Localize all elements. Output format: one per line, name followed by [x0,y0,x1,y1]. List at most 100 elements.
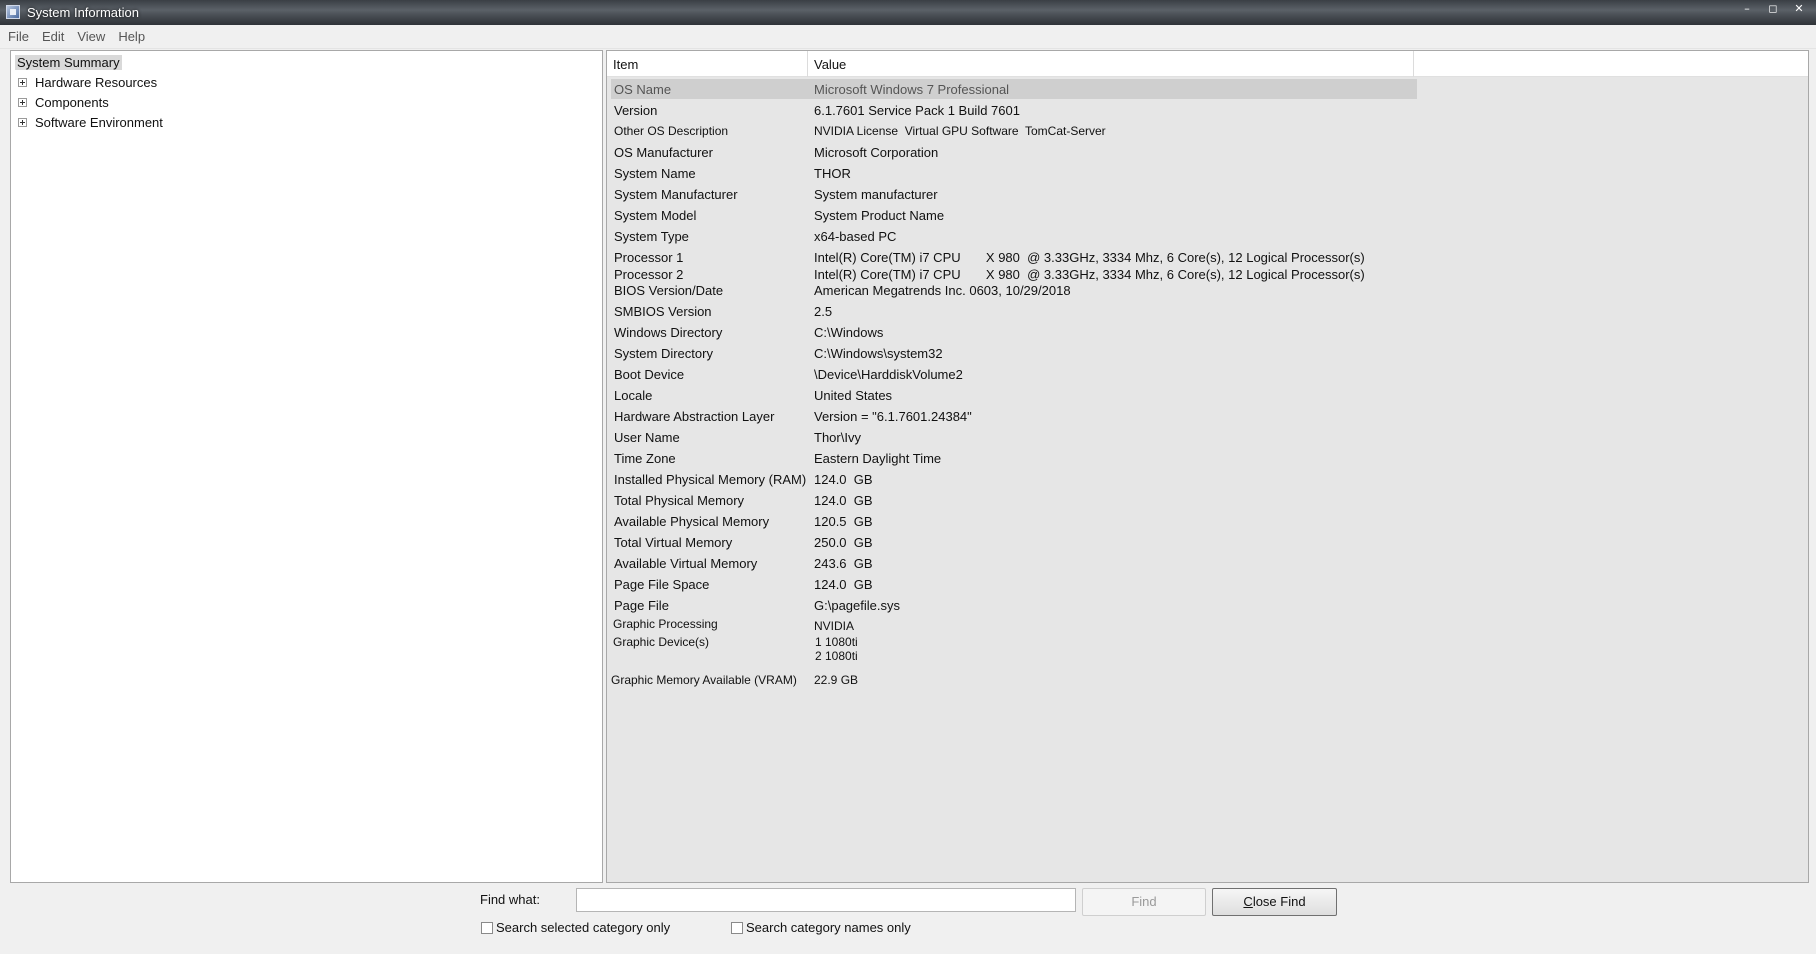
row-item: Locale [614,388,653,403]
table-row[interactable]: Total Physical Memory 124.0 GB [607,490,1808,510]
table-row[interactable]: Hardware Abstraction Layer Version = "6.… [607,406,1808,426]
find-what-label: Find what: [480,892,540,907]
row-value: Microsoft Windows 7 Professional [814,82,1010,97]
table-row[interactable]: System Manufacturer System manufacturer [607,184,1808,204]
row-item: Time Zone [614,451,676,466]
tree-item-system-summary[interactable]: System Summary [15,53,122,71]
table-row[interactable]: BIOS Version/Date American Megatrends In… [607,280,1808,300]
title-bar: System Information – ◻ ✕ [0,0,1816,25]
table-row[interactable]: System Name THOR [607,163,1808,183]
row-value: 22.9 GB [814,673,859,687]
maximize-button[interactable]: ◻ [1762,2,1784,16]
row-item: Windows Directory [614,325,723,340]
table-row[interactable]: OS Manufacturer Microsoft Corporation [607,142,1808,162]
row-value: 2.5 [814,304,833,319]
row-value: THOR [814,166,851,181]
table-row[interactable]: Total Virtual Memory 250.0 GB [607,532,1808,552]
column-header: Item Value [607,51,1808,77]
tree-item-label: System Summary [15,54,122,70]
row-item: Installed Physical Memory (RAM) [614,472,807,487]
tree-item-components[interactable]: Components [18,93,109,111]
row-value: 6.1.7601 Service Pack 1 Build 7601 [814,103,1020,118]
table-row[interactable]: System Directory C:\Windows\system32 [607,343,1808,363]
table-row[interactable]: Graphic Device(s) 1 1080ti 2 1080ti [607,632,1808,668]
column-header-item[interactable]: Item [613,57,638,72]
row-item: OS Name [614,82,672,97]
table-row[interactable]: System Model System Product Name [607,205,1808,225]
row-item: Boot Device [614,367,685,382]
close-find-button[interactable]: Close Find [1212,888,1337,916]
table-row[interactable]: SMBIOS Version 2.5 [607,301,1808,321]
table-row[interactable]: User Name Thor\Ivy [607,427,1808,447]
category-tree[interactable]: System Summary Hardware Resources Compon… [10,50,603,883]
row-value: Version = "6.1.7601.24384" [814,409,972,424]
column-header-value[interactable]: Value [814,57,846,72]
column-divider[interactable] [1413,51,1414,77]
find-button[interactable]: Find [1082,888,1206,916]
row-value: System Product Name [814,208,945,223]
expand-icon[interactable] [18,117,27,127]
row-item: Graphic Memory Available (VRAM) [611,673,797,687]
table-row[interactable]: Windows Directory C:\Windows [607,322,1808,342]
table-row[interactable]: Time Zone Eastern Daylight Time [607,448,1808,468]
close-window-button[interactable]: ✕ [1788,2,1810,16]
tree-item-hardware-resources[interactable]: Hardware Resources [18,73,157,91]
table-row[interactable]: Available Virtual Memory 243.6 GB [607,553,1808,573]
row-item: Page File [614,598,669,613]
row-value: Thor\Ivy [814,430,861,445]
row-item: System Model [614,208,697,223]
table-row[interactable]: Graphic Processing NVIDIA [607,614,1808,634]
expand-icon[interactable] [18,97,27,107]
row-item: System Name [614,166,696,181]
row-value: 124.0 GB [814,472,873,487]
row-value: 124.0 GB [814,577,873,592]
table-row[interactable]: Locale United States [607,385,1808,405]
row-item: Available Physical Memory [614,514,770,529]
row-item: Total Physical Memory [614,493,745,508]
row-value: 120.5 GB [814,514,873,529]
table-row[interactable]: Version 6.1.7601 Service Pack 1 Build 76… [607,100,1808,120]
table-row[interactable]: Available Physical Memory 120.5 GB [607,511,1808,531]
row-item: Available Virtual Memory [614,556,758,571]
row-value: \Device\HarddiskVolume2 [814,367,963,382]
search-selected-category-checkbox[interactable]: Search selected category only [481,920,670,935]
detail-list[interactable]: Item Value OS Name Microsoft Windows 7 P… [606,50,1809,883]
row-item: Hardware Abstraction Layer [614,409,775,424]
menu-file[interactable]: File [8,29,29,44]
menu-view[interactable]: View [77,29,105,44]
row-item: Processor 1 [614,250,684,265]
tree-item-label: Components [35,94,109,110]
row-item: Page File Space [614,577,710,592]
search-category-names-checkbox[interactable]: Search category names only [731,920,911,935]
tree-item-software-environment[interactable]: Software Environment [18,113,163,131]
find-what-input[interactable] [576,888,1076,912]
menu-edit[interactable]: Edit [42,29,64,44]
row-value: 250.0 GB [814,535,873,550]
table-row[interactable]: System Type x64-based PC [607,226,1808,246]
column-divider[interactable] [807,51,808,77]
row-item: Graphic Device(s) [613,635,710,649]
table-row[interactable]: Graphic Memory Available (VRAM) 22.9 GB [607,670,1808,690]
expand-icon[interactable] [18,77,27,87]
checkbox-label: Search category names only [746,920,911,935]
row-item: System Directory [614,346,713,361]
row-value: G:\pagefile.sys [814,598,900,613]
minimize-button[interactable]: – [1736,2,1758,16]
row-item: OS Manufacturer [614,145,713,160]
table-row[interactable]: Page File G:\pagefile.sys [607,595,1808,615]
row-value: x64-based PC [814,229,897,244]
row-value: United States [814,388,893,403]
table-row[interactable]: Boot Device \Device\HarddiskVolume2 [607,364,1808,384]
checkbox-box[interactable] [481,921,493,934]
table-row[interactable]: Other OS Description NVIDIA License Virt… [607,121,1808,141]
table-row[interactable]: OS Name Microsoft Windows 7 Professional [607,79,1808,99]
row-value: 1 1080ti 2 1080ti [815,635,858,663]
row-value: C:\Windows\system32 [814,346,943,361]
checkbox-box[interactable] [731,921,743,934]
row-value: Eastern Daylight Time [814,451,942,466]
table-row[interactable]: Page File Space 124.0 GB [607,574,1808,594]
table-row[interactable]: Installed Physical Memory (RAM) 124.0 GB [607,469,1808,489]
row-item: System Type [614,229,689,244]
menu-help[interactable]: Help [118,29,145,44]
row-value: NVIDIA [814,619,855,633]
